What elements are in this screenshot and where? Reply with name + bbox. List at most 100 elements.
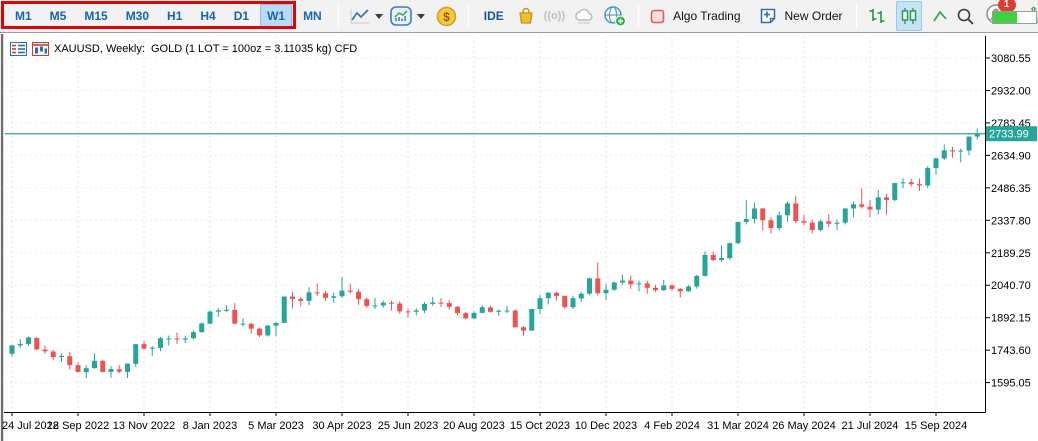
connection-bar-fill bbox=[993, 12, 1017, 23]
candle-body bbox=[620, 281, 625, 283]
candle-body bbox=[199, 323, 204, 332]
candle-body bbox=[109, 369, 114, 372]
candle-body bbox=[826, 221, 831, 223]
cloud-icon[interactable] bbox=[573, 4, 595, 28]
timeframe-button-h4[interactable]: H4 bbox=[193, 4, 222, 28]
candle-body bbox=[364, 299, 369, 306]
chevron-down-icon[interactable] bbox=[375, 14, 383, 19]
chart-canvas[interactable]: 3080.552932.002783.452634.902486.352337.… bbox=[0, 34, 1038, 441]
candle-body bbox=[604, 290, 609, 293]
candle-body bbox=[901, 182, 906, 183]
candle-body bbox=[26, 337, 31, 344]
line-style-icon[interactable] bbox=[932, 4, 948, 28]
chevron-down-icon[interactable] bbox=[417, 14, 425, 19]
candle-body bbox=[183, 338, 188, 339]
signals-icon[interactable]: ((o)) bbox=[544, 4, 565, 28]
candle-body bbox=[851, 204, 856, 208]
algo-trading-icon[interactable] bbox=[650, 4, 665, 28]
new-order-button[interactable]: New Order bbox=[785, 9, 843, 23]
toolbar-separator bbox=[638, 4, 639, 28]
timeframe-button-m15[interactable]: M15 bbox=[77, 4, 114, 28]
y-axis-label: 3080.55 bbox=[991, 53, 1031, 65]
currency-icon[interactable]: $ bbox=[436, 4, 457, 28]
chart-type-icon[interactable] bbox=[350, 4, 370, 28]
candle-body bbox=[818, 221, 823, 230]
zoom-icon[interactable] bbox=[956, 4, 975, 28]
candle-body bbox=[488, 307, 493, 311]
candle-body bbox=[67, 356, 72, 365]
vps-globe-icon[interactable] bbox=[603, 4, 627, 28]
x-axis-label: 20 Aug 2023 bbox=[443, 420, 505, 432]
candle-body bbox=[686, 286, 691, 291]
candle-body bbox=[571, 298, 576, 307]
candle-body bbox=[711, 255, 716, 260]
candle-body bbox=[843, 208, 848, 222]
candle-body bbox=[150, 348, 155, 349]
candle-body bbox=[257, 329, 262, 336]
candle-body bbox=[859, 204, 864, 206]
timeframe-button-mn[interactable]: MN bbox=[296, 4, 329, 28]
candles-style-icon[interactable] bbox=[896, 1, 922, 31]
candle-body bbox=[892, 183, 897, 200]
y-axis-label: 1595.05 bbox=[991, 378, 1031, 390]
candle-body bbox=[397, 304, 402, 312]
candle-body bbox=[480, 307, 485, 313]
candle-body bbox=[389, 303, 394, 304]
candle-body bbox=[868, 207, 873, 210]
x-axis-label: 15 Sep 2024 bbox=[905, 420, 967, 432]
timeframe-button-w1[interactable]: W1 bbox=[260, 4, 292, 28]
candle-body bbox=[909, 182, 914, 184]
candle-body bbox=[752, 208, 757, 218]
timeframe-button-d1[interactable]: D1 bbox=[227, 4, 256, 28]
candle-body bbox=[406, 311, 411, 312]
candle-body bbox=[315, 292, 320, 293]
x-axis-label: 26 May 2024 bbox=[772, 420, 836, 432]
candle-body bbox=[934, 158, 939, 168]
y-axis-label: 2932.00 bbox=[991, 85, 1031, 97]
timeframe-button-m30[interactable]: M30 bbox=[119, 4, 156, 28]
candle-body bbox=[546, 293, 551, 298]
candle-body bbox=[942, 150, 947, 158]
candle-body bbox=[125, 364, 130, 372]
indicators-icon[interactable] bbox=[390, 4, 412, 28]
algo-trading-button[interactable]: Algo Trading bbox=[673, 9, 740, 23]
toolbar-separator bbox=[468, 4, 469, 28]
candle-body bbox=[521, 327, 526, 330]
chart-window-icon[interactable] bbox=[32, 42, 49, 56]
market-icon[interactable] bbox=[516, 4, 536, 28]
y-axis-label: 1892.15 bbox=[991, 313, 1031, 325]
candle-body bbox=[876, 197, 881, 209]
candle-body bbox=[496, 311, 501, 312]
new-order-icon[interactable] bbox=[759, 4, 777, 28]
candle-body bbox=[513, 311, 518, 328]
candle-body bbox=[356, 292, 361, 299]
timeframe-button-h1[interactable]: H1 bbox=[160, 4, 189, 28]
y-axis-label: 2040.70 bbox=[991, 280, 1031, 292]
chart-title-row: XAUUSD, Weekly: GOLD (1 LOT = 100oz = 3.… bbox=[10, 42, 357, 56]
x-axis-label: 18 Sep 2022 bbox=[47, 420, 109, 432]
timeframe-button-m1[interactable]: M1 bbox=[8, 4, 39, 28]
candle-body bbox=[637, 283, 642, 284]
ide-button[interactable]: IDE bbox=[484, 9, 504, 23]
candle-body bbox=[579, 294, 584, 299]
y-axis-label: 2337.80 bbox=[991, 215, 1031, 227]
candle-body bbox=[265, 326, 270, 336]
candle-body bbox=[439, 303, 444, 304]
chart-window[interactable]: XAUUSD, Weekly: GOLD (1 LOT = 100oz = 3.… bbox=[0, 34, 1038, 441]
bars-style-icon[interactable] bbox=[868, 4, 886, 28]
candle-body bbox=[529, 309, 534, 331]
candle-body bbox=[34, 338, 39, 350]
candle-body bbox=[340, 291, 345, 297]
y-axis-label: 2634.90 bbox=[991, 150, 1031, 162]
y-axis-label: 1743.60 bbox=[991, 345, 1031, 357]
candle-body bbox=[785, 203, 790, 215]
svg-text:$: $ bbox=[443, 10, 450, 24]
market-watch-icon[interactable] bbox=[10, 42, 27, 56]
x-axis-label: 13 Nov 2022 bbox=[113, 420, 175, 432]
candle-body bbox=[612, 283, 617, 290]
timeframe-button-m5[interactable]: M5 bbox=[43, 4, 74, 28]
candle-body bbox=[455, 307, 460, 313]
candle-body bbox=[678, 289, 683, 291]
candle-body bbox=[158, 338, 163, 348]
candle-body bbox=[653, 288, 658, 290]
